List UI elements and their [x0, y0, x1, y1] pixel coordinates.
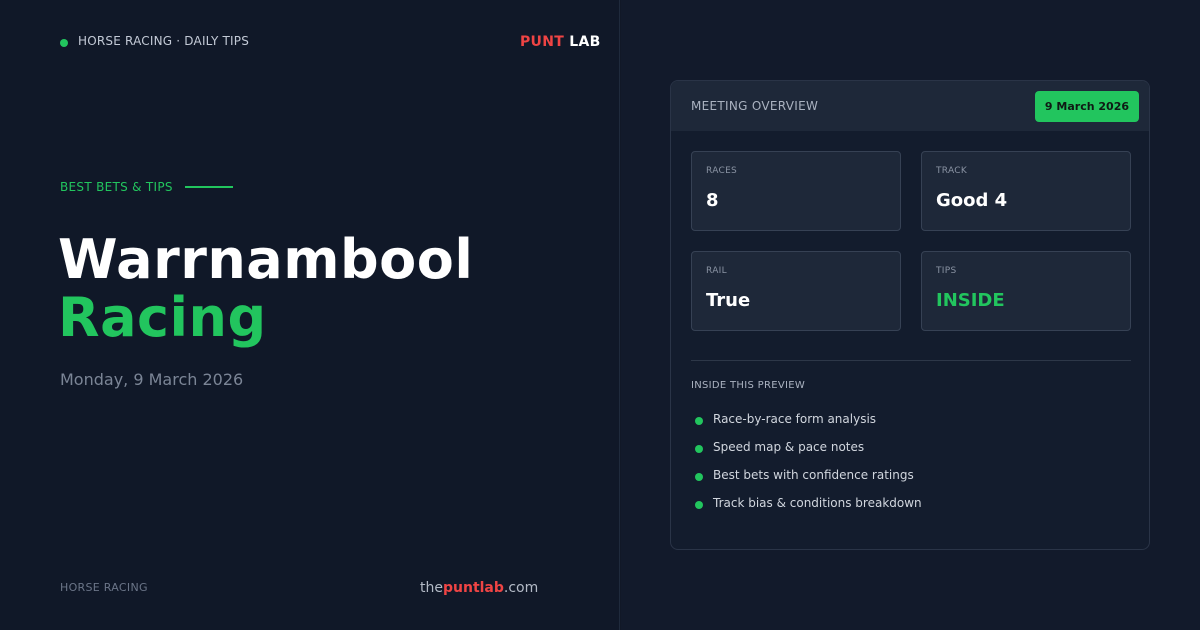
stat-label: RACES — [706, 166, 738, 176]
site-mid: puntlab — [442, 580, 504, 596]
brand-lab: LAB — [569, 34, 601, 50]
inside-label: INSIDE THIS PREVIEW — [691, 380, 806, 391]
footer-category: HORSE RACING — [60, 581, 148, 594]
meeting-overview-card: MEETING OVERVIEW 9 March 2026 RACES 8 TR… — [670, 80, 1150, 550]
list-item: Race-by-race form analysis — [695, 405, 922, 433]
footer-site-link[interactable]: thepuntlab.com — [420, 580, 538, 596]
bullet-dot-icon — [695, 444, 703, 453]
card-header: MEETING OVERVIEW 9 March 2026 — [671, 81, 1149, 131]
kicker-line — [184, 186, 233, 188]
stat-track: TRACK Good 4 — [921, 151, 1131, 231]
left-panel: HORSE RACING · DAILY TIPS PUNT LAB BEST … — [0, 0, 620, 630]
stat-value: Good 4 — [936, 190, 1008, 211]
preview-list: Race-by-race form analysis Speed map & p… — [695, 405, 922, 517]
list-item-text: Speed map & pace notes — [713, 440, 865, 454]
stat-label: TIPS — [936, 266, 957, 276]
stat-value: True — [706, 290, 751, 311]
eyebrow-text: HORSE RACING · DAILY TIPS — [78, 34, 250, 48]
list-item-text: Best bets with confidence ratings — [713, 468, 914, 482]
card-heading: MEETING OVERVIEW — [691, 99, 819, 113]
stat-label: TRACK — [936, 166, 968, 176]
eyebrow: HORSE RACING · DAILY TIPS — [60, 34, 249, 48]
page-title-line1: Warrnambool — [58, 228, 474, 291]
list-item-text: Track bias & conditions breakdown — [713, 496, 922, 510]
brand-logo: PUNT LAB — [520, 34, 601, 50]
list-item: Best bets with confidence ratings — [695, 461, 922, 489]
bullet-dot-icon — [695, 472, 703, 481]
site-pre: the — [420, 580, 443, 596]
stat-value: INSIDE — [936, 290, 1005, 311]
site-post: .com — [503, 580, 539, 596]
kicker: BEST BETS & TIPS — [60, 180, 233, 194]
brand-punt: PUNT — [520, 34, 565, 50]
list-item-text: Race-by-race form analysis — [713, 412, 877, 426]
stat-rail: RAIL True — [691, 251, 901, 331]
divider — [691, 360, 1131, 361]
date-badge: 9 March 2026 — [1034, 90, 1139, 122]
list-item: Speed map & pace notes — [695, 433, 922, 461]
stat-value: 8 — [706, 190, 719, 211]
list-item: Track bias & conditions breakdown — [695, 489, 922, 517]
bullet-dot-icon — [695, 500, 703, 509]
stat-tips: TIPS INSIDE — [921, 251, 1131, 331]
stat-label: RAIL — [706, 266, 727, 276]
page-title-line2: Racing — [58, 286, 267, 349]
stat-races: RACES 8 — [691, 151, 901, 231]
meeting-date: Monday, 9 March 2026 — [60, 370, 244, 389]
bullet-dot-icon — [695, 416, 703, 425]
kicker-text: BEST BETS & TIPS — [60, 180, 173, 194]
status-dot-icon — [60, 38, 68, 47]
